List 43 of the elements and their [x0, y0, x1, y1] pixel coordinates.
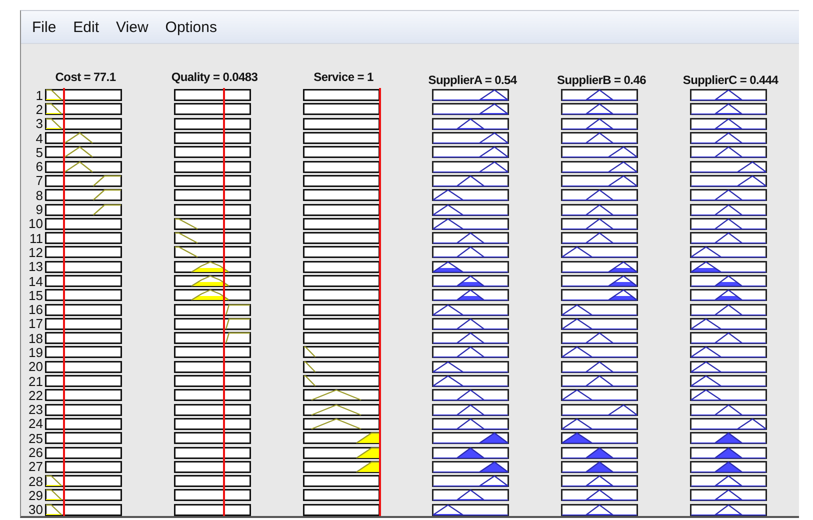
menu-item[interactable]: Options [157, 16, 225, 38]
rule-number: 11 [28, 232, 44, 245]
rule-number: 15 [28, 288, 44, 302]
rule-number: 5 [34, 146, 44, 159]
input-line[interactable] [379, 88, 381, 516]
rule-number: 17 [28, 317, 44, 330]
rule-number: 1 [34, 88, 44, 102]
variable-label: SupplierB = 0.46 [556, 73, 647, 87]
rule-number: 14 [28, 274, 44, 288]
input-line[interactable] [62, 88, 64, 516]
rule-number: 27 [28, 460, 44, 474]
rule-number: 8 [34, 188, 44, 202]
variable-label: Quality = 0.0483 [170, 70, 259, 84]
rule-number: 12 [28, 246, 44, 259]
menu-item[interactable]: View [108, 16, 156, 38]
rule-number: 10 [28, 217, 44, 230]
rule-number: 6 [34, 160, 44, 174]
rule-number: 23 [28, 403, 44, 416]
rule-number: 3 [34, 117, 44, 130]
rule-number: 9 [34, 203, 44, 216]
variable-label: SupplierC = 0.444 [682, 73, 780, 87]
rule-number: 13 [28, 260, 44, 274]
menu-item[interactable]: Edit [65, 16, 108, 38]
rule-number: 28 [28, 474, 44, 488]
variable-label: SupplierA = 0.54 [427, 73, 518, 87]
rule-number: 22 [28, 388, 44, 402]
rule-number: 25 [28, 432, 44, 445]
rule-number: 29 [28, 488, 44, 502]
rule-number: 26 [28, 446, 44, 460]
variable-label: Service = 1 [312, 70, 374, 84]
rule-number: 7 [34, 174, 44, 188]
variable-label: Cost = 77.1 [54, 70, 117, 84]
rule-number: 2 [34, 102, 44, 116]
rule-number: 24 [28, 417, 44, 430]
rule-number: 20 [28, 360, 44, 374]
rule-number: 4 [34, 132, 44, 145]
input-line[interactable] [223, 88, 225, 516]
rule-number: 21 [28, 374, 44, 388]
rule-number: 19 [28, 346, 44, 359]
menu-item[interactable]: File [24, 16, 64, 38]
rule-number: 30 [28, 503, 44, 516]
rule-number: 16 [28, 303, 44, 316]
rule-number: 18 [28, 332, 44, 345]
